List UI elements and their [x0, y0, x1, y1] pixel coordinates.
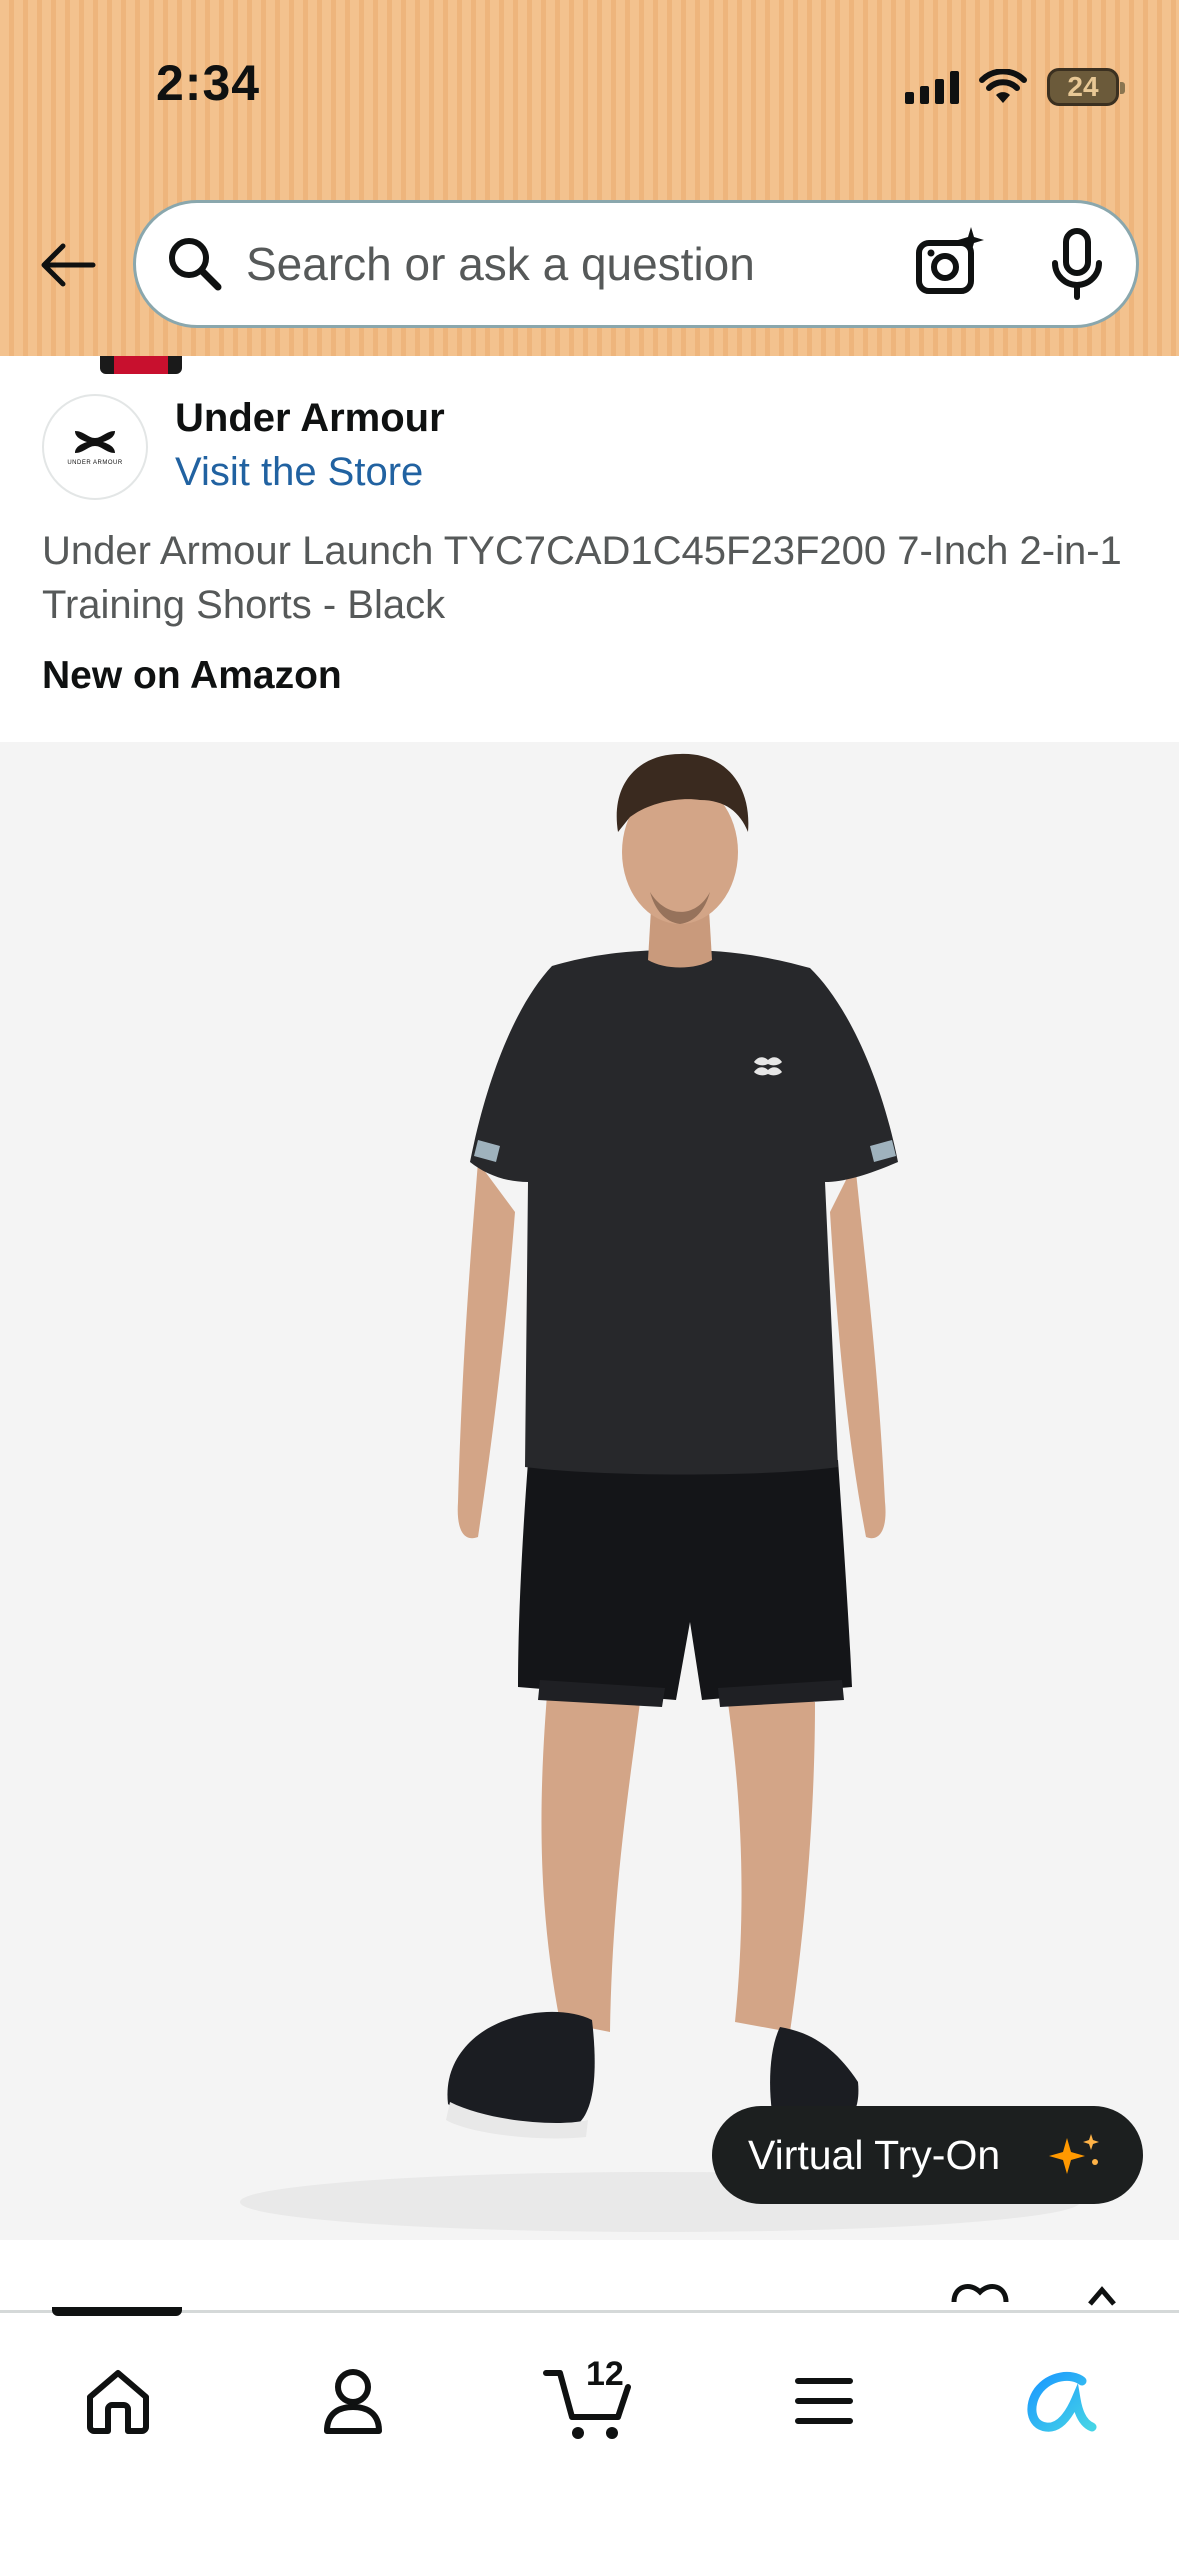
search-bar[interactable]: [133, 200, 1139, 328]
back-button[interactable]: [30, 228, 104, 302]
nav-account[interactable]: [303, 2351, 403, 2451]
visit-store-link[interactable]: Visit the Store: [175, 450, 423, 495]
nav-home[interactable]: [68, 2351, 168, 2451]
home-icon: [87, 2370, 149, 2434]
cart-count-badge: 12: [586, 2355, 624, 2393]
microphone-icon: [1052, 228, 1102, 300]
new-on-amazon-badge: New on Amazon: [42, 654, 342, 697]
account-icon: [324, 2369, 382, 2434]
below-image-section: [0, 2240, 1179, 2312]
brand-name: Under Armour: [175, 396, 445, 440]
product-photo-illustration: [240, 753, 1080, 2232]
product-image[interactable]: [0, 742, 1179, 2240]
voice-search-button[interactable]: [1042, 225, 1112, 310]
cellular-signal-icon: [905, 70, 959, 104]
brand-logo-text: UNDER ARMOUR: [67, 460, 123, 466]
nav-cart[interactable]: 12: [538, 2351, 638, 2451]
wifi-icon: [979, 69, 1027, 103]
back-arrow-icon: [41, 243, 96, 287]
bottom-navigation: 12: [0, 2307, 1179, 2556]
camera-sparkle-icon: [916, 227, 984, 294]
camera-search-button[interactable]: [909, 225, 989, 310]
app-header: 2:34 24: [0, 0, 1179, 356]
battery-indicator: 24: [1047, 68, 1125, 106]
product-title: Under Armour Launch TYC7CAD1C45F23F200 7…: [42, 529, 1122, 627]
virtual-try-on-label: Virtual Try-On: [748, 2131, 1001, 2178]
nav-menu[interactable]: [774, 2351, 874, 2451]
share-heart-peek-icons: [951, 2284, 1116, 2306]
status-time: 2:34: [156, 55, 261, 111]
search-input[interactable]: [246, 203, 786, 325]
menu-icon: [795, 2378, 853, 2424]
search-icon: [169, 238, 222, 291]
partial-thumbnail-image: [100, 356, 182, 374]
rufus-assistant-icon: [1027, 2371, 1097, 2432]
status-icons: 24: [905, 60, 1125, 114]
brand-logo[interactable]: UNDER ARMOUR: [42, 394, 148, 500]
nav-rufus[interactable]: [1009, 2351, 1109, 2451]
virtual-try-on-button[interactable]: Virtual Try-On: [712, 2106, 1143, 2204]
active-tab-indicator: [52, 2307, 182, 2316]
sparkle-icon: [1049, 2134, 1099, 2174]
under-armour-logo-icon: [75, 431, 115, 453]
